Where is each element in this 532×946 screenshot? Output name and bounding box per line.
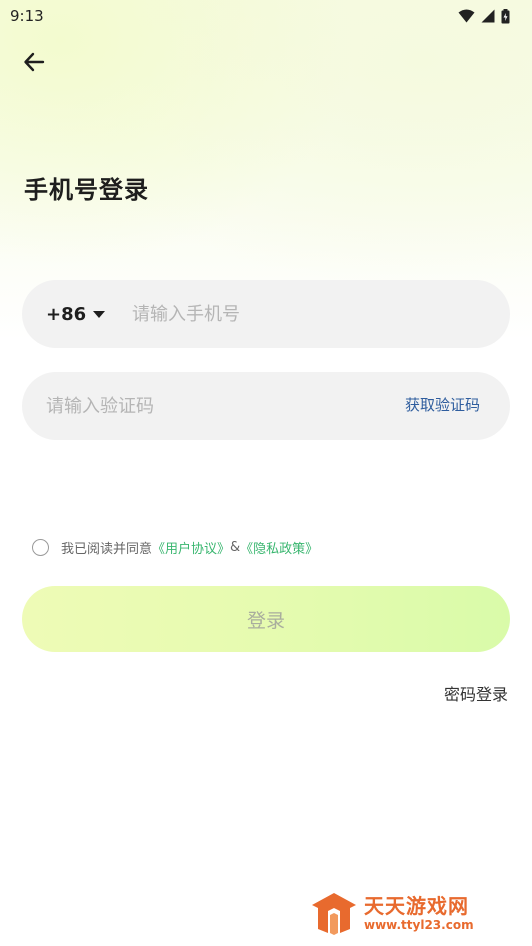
user-agreement-link[interactable]: 《用户协议》 xyxy=(152,538,230,557)
country-code-label: +86 xyxy=(46,303,87,325)
status-time: 9:13 xyxy=(10,7,44,25)
agreement-connector: & xyxy=(230,540,241,555)
watermark-main: 天天游戏网 xyxy=(364,893,469,918)
get-code-button[interactable]: 获取验证码 xyxy=(405,394,480,415)
login-button[interactable]: 登录 xyxy=(22,586,510,652)
page-background xyxy=(0,0,532,946)
privacy-policy-link[interactable]: 《隐私政策》 xyxy=(240,538,318,557)
watermark: 天天游戏网 www.ttyl23.com xyxy=(310,888,510,938)
watermark-text: 天天游戏网 www.ttyl23.com xyxy=(364,896,474,931)
arrow-left-icon xyxy=(24,52,45,72)
agreement-checkbox[interactable] xyxy=(32,539,49,556)
code-field: 获取验证码 xyxy=(22,372,510,440)
signal-icon xyxy=(481,9,495,23)
page-title: 手机号登录 xyxy=(24,176,149,204)
caret-down-icon xyxy=(93,310,106,318)
password-login-link[interactable]: 密码登录 xyxy=(444,681,508,705)
status-icons xyxy=(458,8,510,24)
verification-code-input[interactable] xyxy=(46,386,376,426)
back-button[interactable] xyxy=(18,46,50,78)
agreement-prefix: 我已阅读并同意 xyxy=(61,542,153,557)
country-code-selector[interactable]: +86 xyxy=(46,304,132,325)
agreement-row: 我已阅读并同意 《用户协议》 & 《隐私政策》 xyxy=(32,538,318,557)
phone-field: +86 xyxy=(22,280,510,348)
watermark-logo-icon xyxy=(312,893,356,935)
wifi-icon xyxy=(458,9,475,23)
battery-icon xyxy=(501,8,510,23)
watermark-url: www.ttyl23.com xyxy=(364,917,474,932)
phone-input[interactable] xyxy=(132,294,472,334)
status-bar: 9:13 xyxy=(0,0,532,32)
